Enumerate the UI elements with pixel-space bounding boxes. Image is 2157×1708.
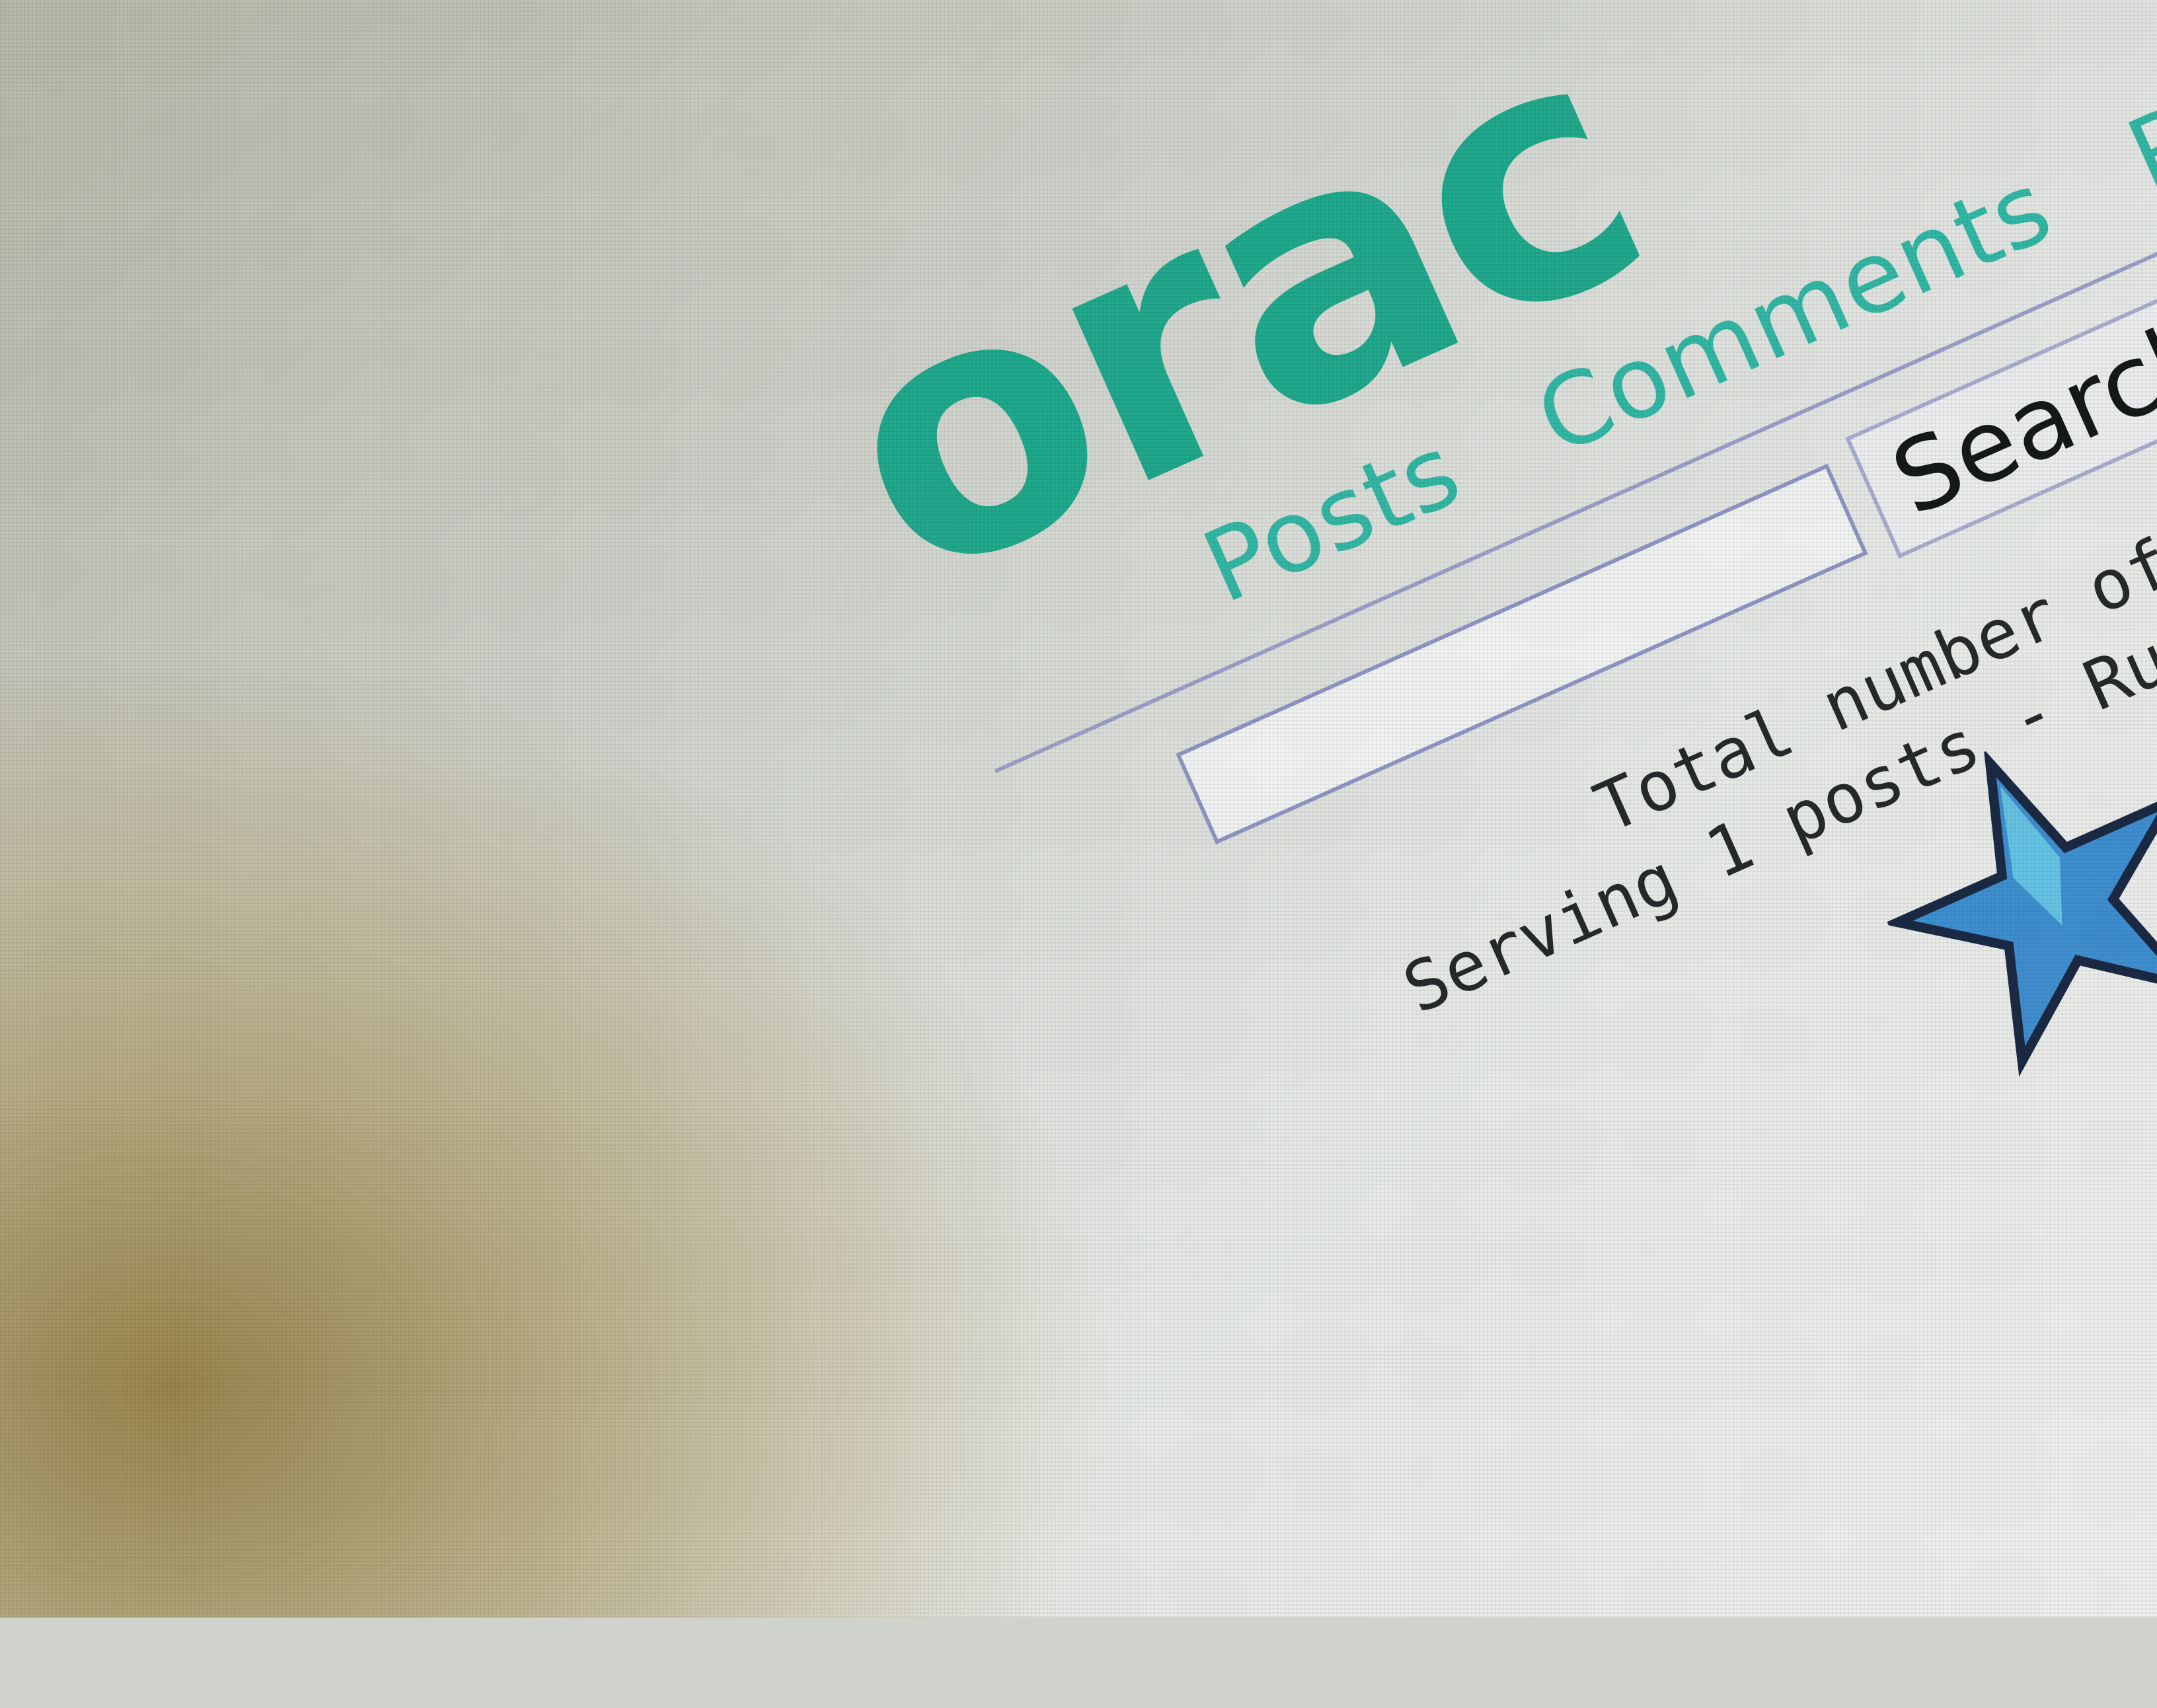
nav-register-link[interactable]: Regis: [2112, 0, 2157, 214]
